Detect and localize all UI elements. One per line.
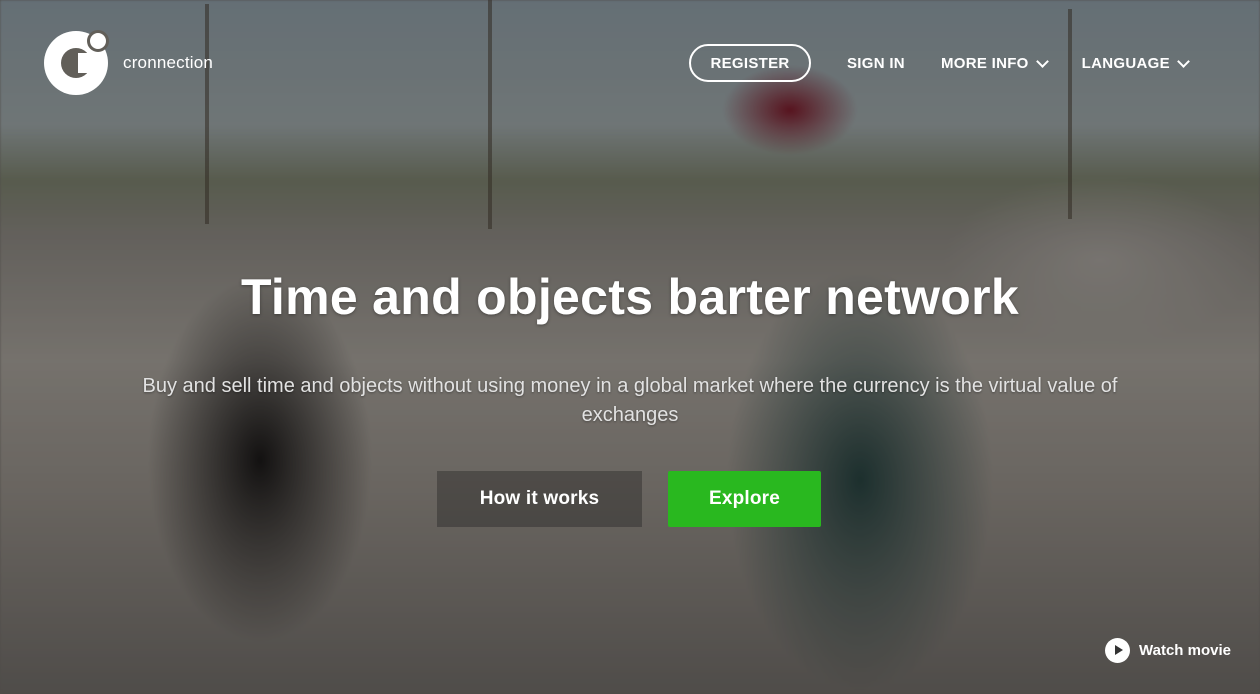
chevron-down-icon: [1035, 55, 1049, 68]
explore-button[interactable]: Explore: [668, 471, 821, 527]
watch-movie-button[interactable]: Watch movie: [1105, 638, 1231, 663]
home-logo-link[interactable]: cronnection: [44, 30, 214, 95]
cronnection-logo-icon: [44, 30, 109, 95]
more-info-dropdown[interactable]: MORE INFO: [940, 54, 1049, 72]
hero-subtitle: Buy and sell time and objects without us…: [142, 375, 1118, 426]
hero-title: Time and objects barter network: [240, 269, 1020, 325]
more-info-label: MORE INFO: [940, 54, 1029, 72]
language-dropdown[interactable]: LANGUAGE: [1081, 54, 1190, 72]
site-header: cronnection REGISTER SIGN IN MORE INFO L…: [0, 0, 1260, 125]
watch-movie-label: Watch movie: [1139, 642, 1231, 659]
brand-name: cronnection: [123, 53, 214, 72]
chevron-down-icon: [1177, 55, 1190, 68]
how-it-works-button[interactable]: How it works: [437, 471, 642, 527]
language-label: LANGUAGE: [1081, 54, 1170, 72]
register-button[interactable]: REGISTER: [689, 44, 811, 82]
hero-section: cronnection REGISTER SIGN IN MORE INFO L…: [0, 0, 1260, 694]
sign-in-link[interactable]: SIGN IN: [847, 55, 905, 72]
play-icon: [1105, 638, 1131, 663]
cta-group: How it works Explore: [437, 471, 821, 527]
main-nav: REGISTER SIGN IN MORE INFO LANGUAGE: [689, 44, 1190, 82]
